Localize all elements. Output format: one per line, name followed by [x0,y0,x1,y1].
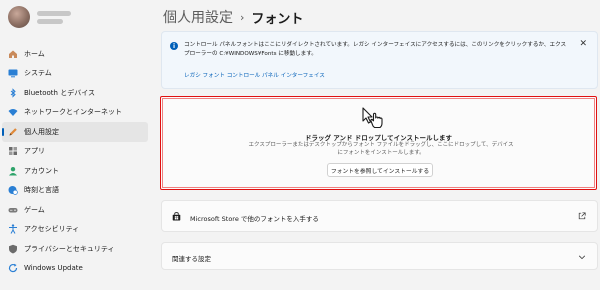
related-settings-label: 関連する設定 [172,255,211,263]
sidebar-item-label: プライバシーとセキュリティ [24,244,115,253]
sidebar-item-label: Bluetooth とデバイス [24,88,95,97]
monitor-icon [8,68,18,78]
gamepad-icon [8,205,18,215]
sidebar-item-home[interactable]: ホーム [2,44,148,64]
page-title: フォント [251,11,304,27]
sidebar-item-windows-update[interactable]: Windows Update [2,259,148,279]
sidebar-item-gaming[interactable]: ゲーム [2,200,148,220]
store-card-label: Microsoft Store で他のフォントを入手する [190,215,319,223]
user-name-blurred [37,10,71,24]
chevron-down-icon [578,255,586,260]
drop-zone-description: エクスプローラーまたはデスクトップからフォント ファイルをドラッグし、ここにドロ… [248,142,514,156]
sidebar-item-accounts[interactable]: アカウント [2,161,148,181]
accessibility-icon [8,224,18,234]
sidebar-item-label: システム [24,69,52,78]
apps-icon [8,146,18,156]
drag-hand-icon [362,107,383,129]
related-settings-card[interactable]: 関連する設定 [161,242,598,270]
sidebar-item-label: ネットワークとインターネット [24,108,122,117]
info-text: コントロール パネルフォントはここにリダイレクトされています。レガシ インターフ… [184,42,567,57]
sidebar-item-label: アカウント [24,166,59,175]
sidebar-item-label: Windows Update [24,264,83,273]
avatar [8,6,30,28]
chevron-right-icon: › [240,10,245,24]
globe-clock-icon [8,185,18,196]
browse-and-install-button[interactable]: フォントを参照してインストールする [327,163,433,177]
sidebar-item-personalization[interactable]: 個人用設定 [2,122,148,142]
sidebar-item-label: ホーム [24,49,45,58]
sidebar: ホーム システム Bluetooth とデバイス ネットワークとインターネット … [0,0,150,290]
account-icon [8,166,18,176]
sidebar-nav: ホーム システム Bluetooth とデバイス ネットワークとインターネット … [2,44,148,278]
legacy-font-control-panel-link[interactable]: レガシ フォント コントロール パネル インターフェイス [184,71,325,79]
pen-icon [8,127,18,137]
sidebar-item-label: ゲーム [24,205,45,214]
sidebar-item-accessibility[interactable]: アクセシビリティ [2,220,148,240]
external-link-icon [578,212,586,220]
store-bag-icon [172,212,181,221]
close-icon[interactable]: ✕ [579,39,587,49]
font-drop-zone[interactable]: ドラッグ アンド ドロップしてインストールします エクスプローラーまたはデスクト… [160,96,597,190]
breadcrumb: 個人用設定 › フォント [163,7,303,27]
user-profile[interactable] [8,6,71,28]
sidebar-item-privacy[interactable]: プライバシーとセキュリティ [2,239,148,259]
sidebar-item-label: アクセシビリティ [24,225,80,234]
shield-icon [8,244,18,254]
bluetooth-icon [8,88,18,98]
info-icon: i [170,42,178,50]
sidebar-item-apps[interactable]: アプリ [2,142,148,162]
update-icon [8,263,18,273]
sidebar-item-label: 時刻と言語 [24,186,59,195]
info-banner: i コントロール パネルフォントはここにリダイレクトされています。レガシ インタ… [161,31,598,89]
wifi-icon [8,107,18,117]
sidebar-item-label: アプリ [24,147,45,156]
breadcrumb-parent[interactable]: 個人用設定 [163,7,233,27]
microsoft-store-fonts-card[interactable]: Microsoft Store で他のフォントを入手する [161,200,598,232]
sidebar-item-bluetooth[interactable]: Bluetooth とデバイス [2,83,148,103]
sidebar-item-network[interactable]: ネットワークとインターネット [2,103,148,123]
home-icon [8,49,18,59]
sidebar-item-system[interactable]: システム [2,64,148,84]
sidebar-item-label: 個人用設定 [24,127,59,136]
sidebar-item-time-language[interactable]: 時刻と言語 [2,181,148,201]
